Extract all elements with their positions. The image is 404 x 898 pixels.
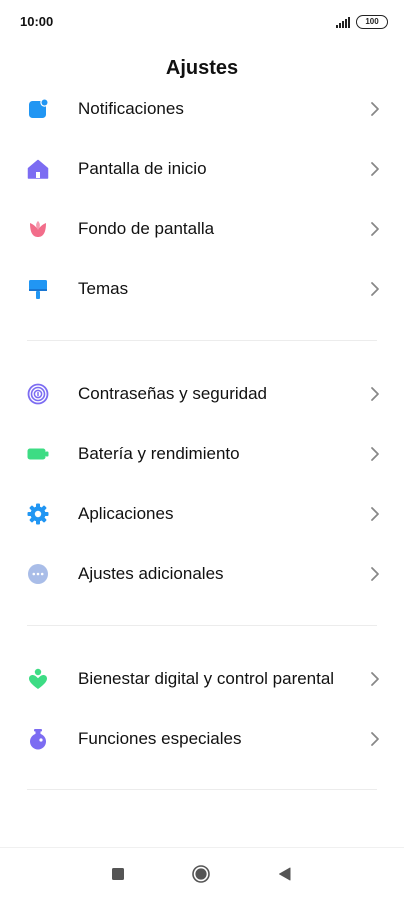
settings-item-applications[interactable]: Aplicaciones <box>0 484 404 544</box>
page-title: Ajustes <box>165 57 239 79</box>
chevron-right-icon <box>370 731 380 747</box>
chevron-right-icon <box>370 671 380 687</box>
settings-item-wallpaper[interactable]: Fondo de pantalla <box>0 199 404 259</box>
settings-item-themes[interactable]: Temas <box>0 259 404 319</box>
settings-item-label: Funciones especiales <box>78 729 242 748</box>
settings-item-digital-wellbeing[interactable]: Bienestar digital y control parental <box>0 649 404 709</box>
chevron-right-icon <box>370 566 380 582</box>
paint-brush-icon <box>27 278 49 300</box>
home-button-icon[interactable] <box>192 865 210 883</box>
status-icons: 100 <box>336 15 388 29</box>
chevron-right-icon <box>370 161 380 177</box>
wellbeing-heart-icon <box>27 668 49 690</box>
settings-item-special-features[interactable]: Funciones especiales <box>0 709 404 769</box>
section-divider <box>0 319 404 364</box>
settings-item-label: Aplicaciones <box>78 504 174 523</box>
settings-item-label: Notificaciones <box>78 99 184 118</box>
settings-item-label: Bienestar digital y control parental <box>78 669 335 688</box>
chevron-right-icon <box>370 221 380 237</box>
home-icon <box>27 158 49 180</box>
settings-item-additional-settings[interactable]: Ajustes adicionales <box>0 544 404 604</box>
status-time: 10:00 <box>20 14 54 29</box>
settings-item-label: Ajustes adicionales <box>78 564 224 583</box>
chevron-right-icon <box>370 506 380 522</box>
settings-item-label: Pantalla de inicio <box>78 159 207 178</box>
back-icon[interactable] <box>276 865 294 883</box>
settings-item-passwords-security[interactable]: Contraseñas y seguridad <box>0 364 404 424</box>
chevron-right-icon <box>370 101 380 117</box>
settings-item-battery-performance[interactable]: Batería y rendimiento <box>0 424 404 484</box>
status-bar: 10:00 100 <box>0 0 404 46</box>
battery-icon <box>27 443 49 465</box>
tulip-icon <box>27 218 49 240</box>
settings-item-label: Batería y rendimiento <box>78 444 240 463</box>
navigation-bar <box>0 847 404 898</box>
battery-indicator: 100 <box>356 15 388 29</box>
chevron-right-icon <box>370 446 380 462</box>
recent-apps-icon[interactable] <box>109 865 127 883</box>
chevron-right-icon <box>370 386 380 402</box>
more-dots-icon <box>27 563 49 585</box>
settings-item-label: Contraseñas y seguridad <box>78 384 268 403</box>
section-divider <box>0 604 404 649</box>
settings-item-label: Temas <box>78 279 129 298</box>
potion-icon <box>27 728 49 750</box>
notification-icon <box>27 98 49 120</box>
chevron-right-icon <box>370 281 380 297</box>
settings-item-home-screen[interactable]: Pantalla de inicio <box>0 139 404 199</box>
settings-item-label: Fondo de pantalla <box>78 219 215 238</box>
gear-icon <box>27 503 49 525</box>
settings-item-notifications[interactable]: Notificaciones <box>0 79 404 139</box>
section-divider <box>27 789 377 790</box>
signal-icon <box>336 16 350 28</box>
settings-list: Notificaciones Pantalla de inicio Fondo … <box>0 79 404 769</box>
fingerprint-icon <box>27 383 49 405</box>
